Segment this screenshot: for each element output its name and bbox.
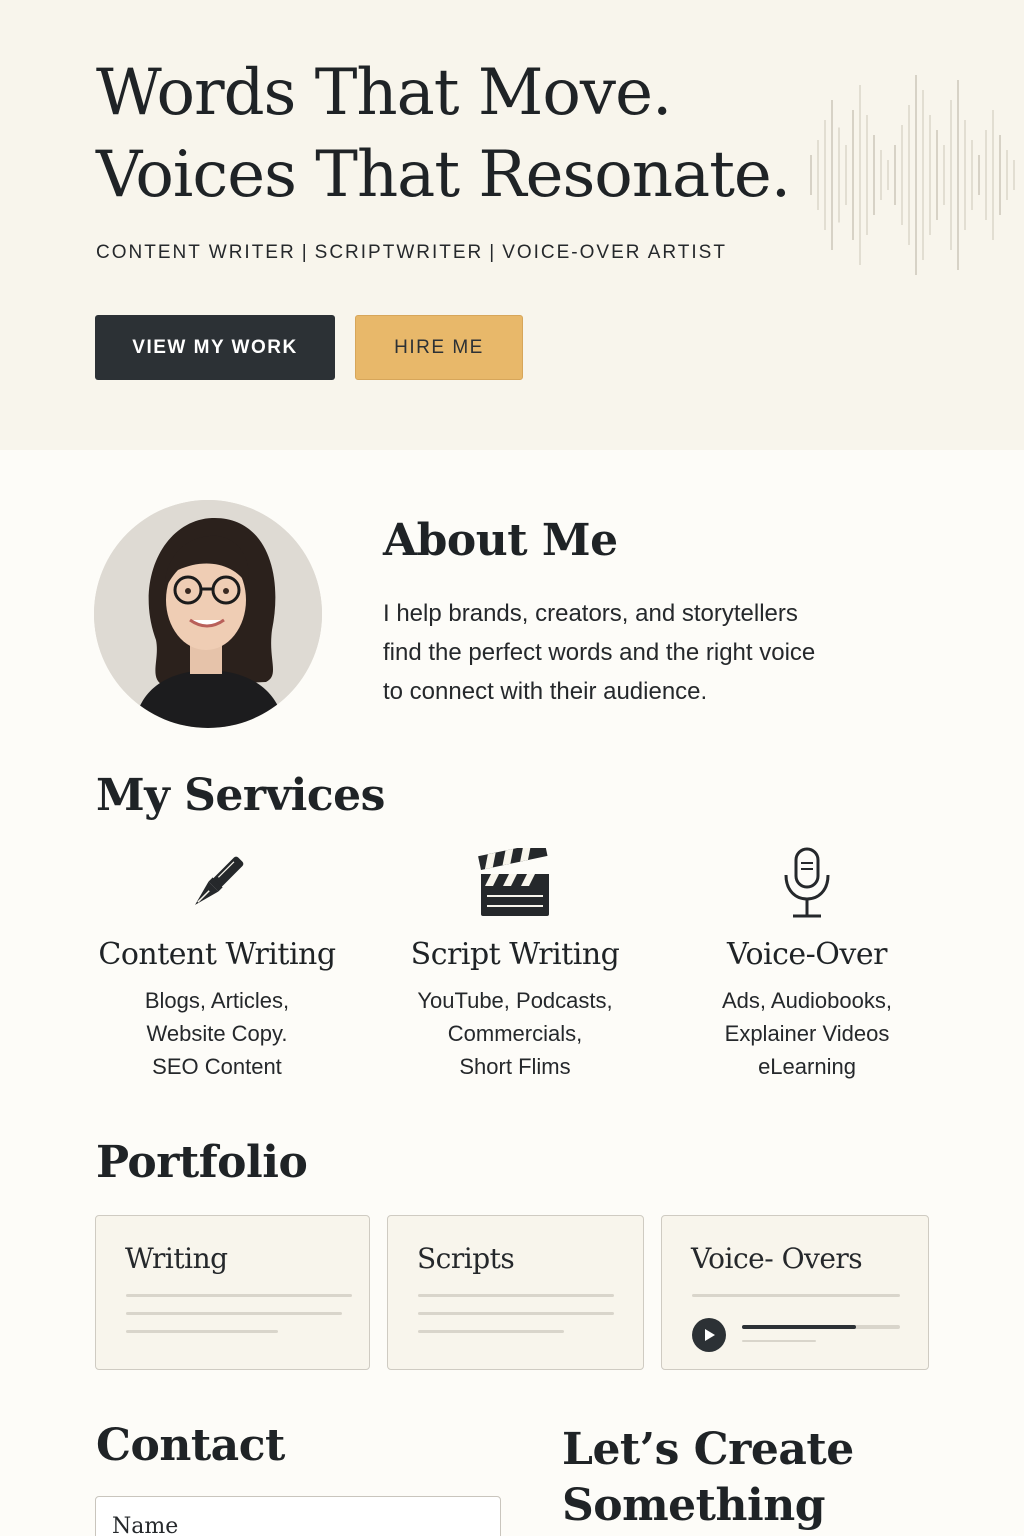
hero-roles: CONTENT WRITER | SCRIPTWRITER | VOICE-OVER A… bbox=[96, 242, 727, 264]
role-content-writer: CONTENT WRITER bbox=[96, 242, 296, 263]
audio-progress-track[interactable] bbox=[742, 1325, 900, 1329]
portfolio-card-title: Voice- Overs bbox=[691, 1242, 863, 1275]
text-placeholder-line bbox=[418, 1312, 614, 1315]
portfolio-card-writing[interactable]: Writing bbox=[95, 1215, 370, 1370]
services-title: My Services bbox=[96, 770, 385, 821]
service-voice-over: Voice-Over Ads, Audiobooks, Explainer Vi… bbox=[662, 845, 952, 1083]
portfolio-title: Portfolio bbox=[96, 1137, 308, 1188]
service-description-line: Blogs, Articles, bbox=[144, 988, 290, 1013]
portfolio-card-title: Writing bbox=[125, 1242, 228, 1275]
about-text: I help brands, creators, and storyteller… bbox=[383, 594, 903, 711]
text-placeholder-line bbox=[126, 1330, 278, 1333]
text-placeholder-line bbox=[126, 1294, 352, 1297]
text-placeholder-line bbox=[742, 1340, 816, 1342]
text-placeholder-line bbox=[418, 1294, 614, 1297]
role-scriptwriter: SCRIPTWRITER bbox=[314, 242, 484, 263]
cta-title-line-1: Let’s Create bbox=[562, 1424, 854, 1475]
avatar bbox=[94, 500, 322, 728]
name-field[interactable] bbox=[95, 1496, 501, 1536]
cta-title-line-2: Something bbox=[562, 1480, 825, 1531]
portfolio-card-voice-overs[interactable]: Voice- Overs bbox=[661, 1215, 929, 1370]
hero-title-line-2: Voices That Resonate. bbox=[96, 138, 791, 212]
hire-me-button[interactable]: HIRE ME bbox=[355, 315, 523, 380]
role-separator: | bbox=[489, 242, 497, 263]
text-placeholder-line bbox=[418, 1330, 564, 1333]
fountain-pen-icon bbox=[72, 845, 362, 921]
text-placeholder-line bbox=[692, 1294, 900, 1297]
service-script-writing: Script Writing YouTube, Podcasts, Commer… bbox=[370, 845, 660, 1083]
service-content-writing: Content Writing Blogs, Articles, Website… bbox=[72, 845, 362, 1083]
audio-progress-fill bbox=[742, 1325, 856, 1329]
service-description-line: SEO Content bbox=[152, 1054, 282, 1079]
play-button[interactable] bbox=[692, 1318, 726, 1352]
about-text-line: I help brands, creators, and storyteller… bbox=[383, 600, 798, 627]
microphone-icon bbox=[662, 845, 952, 921]
service-name: Content Writing bbox=[98, 937, 336, 972]
hero-section: Words That Move. Voices That Resonate. C… bbox=[0, 0, 1024, 450]
cta-title: Let’s Create Something bbox=[562, 1422, 854, 1534]
service-description-line: Website Copy. bbox=[146, 1021, 288, 1046]
contact-title: Contact bbox=[96, 1420, 285, 1471]
service-description-line: Commercials, bbox=[447, 1021, 583, 1046]
service-description: Blogs, Articles, Website Copy. SEO Conte… bbox=[72, 984, 362, 1083]
service-description-line: YouTube, Podcasts, bbox=[417, 988, 613, 1013]
service-description-line: Ads, Audiobooks, bbox=[721, 988, 892, 1013]
hero-title: Words That Move. Voices That Resonate. bbox=[96, 52, 856, 216]
about-text-line: to connect with their audience. bbox=[383, 678, 708, 705]
about-title: About Me bbox=[383, 515, 618, 566]
service-description-line: Short Flims bbox=[459, 1054, 571, 1079]
service-description: Ads, Audiobooks, Explainer Videos eLearn… bbox=[662, 984, 952, 1083]
play-icon bbox=[705, 1329, 715, 1341]
service-name: Script Writing bbox=[410, 937, 620, 972]
text-placeholder-line bbox=[126, 1312, 342, 1315]
service-name: Voice-Over bbox=[727, 937, 887, 972]
service-description-line: Explainer Videos bbox=[724, 1021, 890, 1046]
service-description: YouTube, Podcasts, Commercials, Short Fl… bbox=[370, 984, 660, 1083]
about-text-line: find the perfect words and the right voi… bbox=[383, 639, 816, 666]
portfolio-card-title: Scripts bbox=[417, 1242, 515, 1275]
hero-title-line-1: Words That Move. bbox=[96, 56, 672, 130]
portrait-image bbox=[94, 500, 322, 728]
role-voice-over-artist: VOICE-OVER ARTIST bbox=[502, 242, 727, 263]
clapperboard-icon bbox=[370, 845, 660, 921]
portfolio-card-scripts[interactable]: Scripts bbox=[387, 1215, 644, 1370]
service-description-line: eLearning bbox=[758, 1054, 856, 1079]
role-separator: | bbox=[301, 242, 309, 263]
sound-waveform-graphic bbox=[810, 75, 1015, 275]
view-my-work-button[interactable]: VIEW MY WORK bbox=[95, 315, 335, 380]
